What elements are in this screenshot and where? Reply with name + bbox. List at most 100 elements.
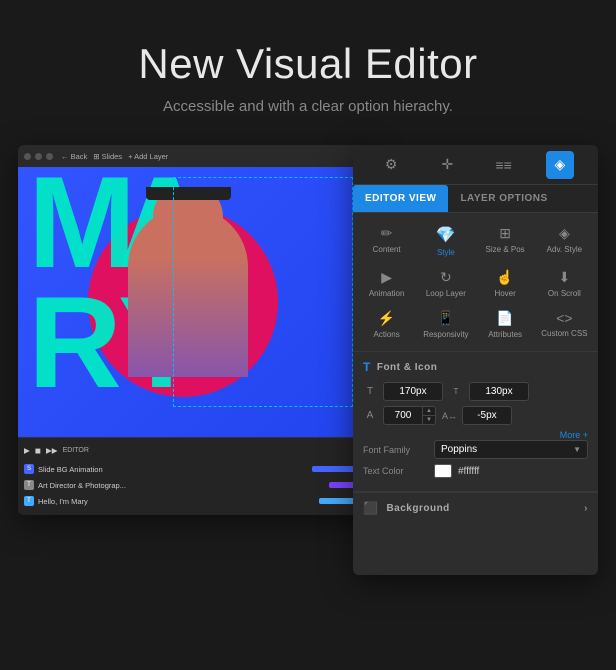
editor-container: ← Back ⊞ Slides + Add Layer A M A R Y xyxy=(18,145,598,575)
letter-r: R xyxy=(28,267,122,417)
size-pos-tab[interactable]: ⊞ Size & Pos xyxy=(476,219,535,263)
letter-spacing-icon: A↔ xyxy=(442,411,456,421)
panel-topbar: ⚙ ✛ ≡≡ ◈ xyxy=(353,145,598,185)
font-size-input[interactable] xyxy=(383,382,443,401)
attributes-tab[interactable]: 📄 Attributes xyxy=(476,304,535,345)
slides-btn[interactable]: ⊞ Slides xyxy=(93,152,122,161)
editor-toolbar: ▶ ◼ ▶▶ EDITOR xyxy=(24,442,367,458)
hover-icon: ☝ xyxy=(496,269,513,286)
content-label: Content xyxy=(373,245,401,254)
on-scroll-tab[interactable]: ⬇ On Scroll xyxy=(535,263,594,304)
style-tab[interactable]: 💎 Style xyxy=(416,219,475,263)
font-family-value: Poppins xyxy=(441,444,477,455)
dot2 xyxy=(35,153,42,160)
font-icon-header: T Font & Icon xyxy=(363,360,588,374)
font-size2-input[interactable] xyxy=(469,382,529,401)
responsivity-tab[interactable]: 📱 Responsivity xyxy=(416,304,475,345)
animation-tab[interactable]: ▶ Animation xyxy=(357,263,416,304)
animation-label: Animation xyxy=(369,289,405,298)
color-swatch[interactable] xyxy=(434,464,452,478)
stack-icon[interactable]: ◈ xyxy=(546,151,574,179)
loop-label: Loop Layer xyxy=(426,289,466,298)
loop-icon: ↻ xyxy=(440,269,452,286)
custom-css-icon: <> xyxy=(556,310,572,326)
font-family-row: Font Family Poppins ▼ xyxy=(363,440,588,459)
layer-item-1[interactable]: S Slide BG Animation xyxy=(24,462,367,476)
adv-style-tab[interactable]: ◈ Adv. Style xyxy=(535,219,594,263)
spinbox-down[interactable]: ▼ xyxy=(423,416,435,424)
hero-subtitle: Accessible and with a clear option hiera… xyxy=(20,98,596,115)
actions-tab[interactable]: ⚡ Actions xyxy=(357,304,416,345)
person-hat xyxy=(146,187,231,200)
hover-label: Hover xyxy=(494,289,515,298)
dot1 xyxy=(24,153,31,160)
background-title: Background xyxy=(386,503,449,514)
font-weight-row: A ▲ ▼ A↔ xyxy=(363,406,588,425)
loop-layer-tab[interactable]: ↻ Loop Layer xyxy=(416,263,475,304)
style-label: Style xyxy=(437,248,455,257)
content-tab[interactable]: ✏ Content xyxy=(357,219,416,263)
font-section-title: Font & Icon xyxy=(377,362,438,373)
move-icon[interactable]: ✛ xyxy=(433,151,461,179)
font-icon-section: T Font & Icon T T A ▲ ▼ xyxy=(353,352,598,492)
content-icon: ✏ xyxy=(381,225,393,242)
editor-screenshot: ← Back ⊞ Slides + Add Layer A M A R Y xyxy=(18,145,373,515)
editor-label: EDITOR xyxy=(63,447,89,454)
back-btn[interactable]: ← Back xyxy=(61,152,87,161)
layers-icon[interactable]: ≡≡ xyxy=(490,151,518,179)
layer-name-2: Art Director & Photograp... xyxy=(38,481,325,490)
editor-topbar: ← Back ⊞ Slides + Add Layer A xyxy=(18,145,373,167)
more-text[interactable]: More + xyxy=(560,430,588,440)
adv-style-icon: ◈ xyxy=(559,225,570,242)
play-btn[interactable]: ▶ xyxy=(24,446,30,455)
responsivity-label: Responsivity xyxy=(423,330,468,339)
dot3 xyxy=(46,153,53,160)
on-scroll-icon: ⬇ xyxy=(559,269,571,286)
custom-css-tab[interactable]: <> Custom CSS xyxy=(535,304,594,345)
hero-section: New Visual Editor Accessible and with a … xyxy=(0,0,616,145)
font-size2-icon: T xyxy=(449,387,463,396)
font-family-select[interactable]: Poppins ▼ xyxy=(434,440,588,459)
chevron-down-icon: ▼ xyxy=(573,445,581,454)
letter-spacing-input[interactable] xyxy=(462,406,512,425)
font-size-icon: T xyxy=(363,386,377,397)
font-size-row: T T xyxy=(363,382,588,401)
layer-icon-1: S xyxy=(24,464,34,474)
text-color-label: Text Color xyxy=(363,466,428,476)
font-family-label: Font Family xyxy=(363,445,428,455)
layer-item-3[interactable]: T Hello, I'm Mary xyxy=(24,494,367,508)
animation-icon: ▶ xyxy=(381,269,392,286)
actions-label: Actions xyxy=(374,330,400,339)
spinbox-up[interactable]: ▲ xyxy=(423,407,435,416)
editor-canvas: M A R Y xyxy=(18,167,373,437)
stop-btn[interactable]: ◼ xyxy=(35,446,41,455)
person-body xyxy=(128,207,248,377)
text-color-row: Text Color #ffffff xyxy=(363,464,588,478)
attributes-icon: 📄 xyxy=(496,310,513,327)
hover-tab[interactable]: ☝ Hover xyxy=(476,263,535,304)
size-pos-icon: ⊞ xyxy=(499,225,511,242)
background-icon: ⬛ xyxy=(363,501,378,515)
gear-icon[interactable]: ⚙ xyxy=(377,151,405,179)
background-section[interactable]: ⬛ Background › xyxy=(353,492,598,523)
more-link[interactable]: More + xyxy=(363,430,588,440)
font-section-icon: T xyxy=(363,360,371,374)
layer-item-2[interactable]: T Art Director & Photograp... xyxy=(24,478,367,492)
layer-name-3: Hello, I'm Mary xyxy=(38,497,315,506)
font-weight-input[interactable] xyxy=(384,407,422,424)
editor-bottom: ▶ ◼ ▶▶ EDITOR S Slide BG Animation T Art… xyxy=(18,437,373,515)
add-layer-btn[interactable]: + Add Layer xyxy=(128,152,168,161)
next-btn[interactable]: ▶▶ xyxy=(46,446,58,455)
font-weight-spinbox[interactable]: ▲ ▼ xyxy=(383,406,436,425)
right-panel: ⚙ ✛ ≡≡ ◈ EDITOR VIEW LAYER OPTIONS ✏ Con… xyxy=(353,145,598,575)
color-hex-value: #ffffff xyxy=(458,466,479,477)
editor-view-tab[interactable]: EDITOR VIEW xyxy=(353,185,448,212)
font-weight-icon: A xyxy=(363,410,377,421)
layer-icon-2: T xyxy=(24,480,34,490)
size-pos-label: Size & Pos xyxy=(486,245,525,254)
layer-name-1: Slide BG Animation xyxy=(38,465,308,474)
layer-options-tab[interactable]: LAYER OPTIONS xyxy=(448,185,559,212)
topbar-items: ← Back ⊞ Slides + Add Layer xyxy=(61,152,168,161)
adv-style-label: Adv. Style xyxy=(547,245,582,254)
on-scroll-label: On Scroll xyxy=(548,289,581,298)
